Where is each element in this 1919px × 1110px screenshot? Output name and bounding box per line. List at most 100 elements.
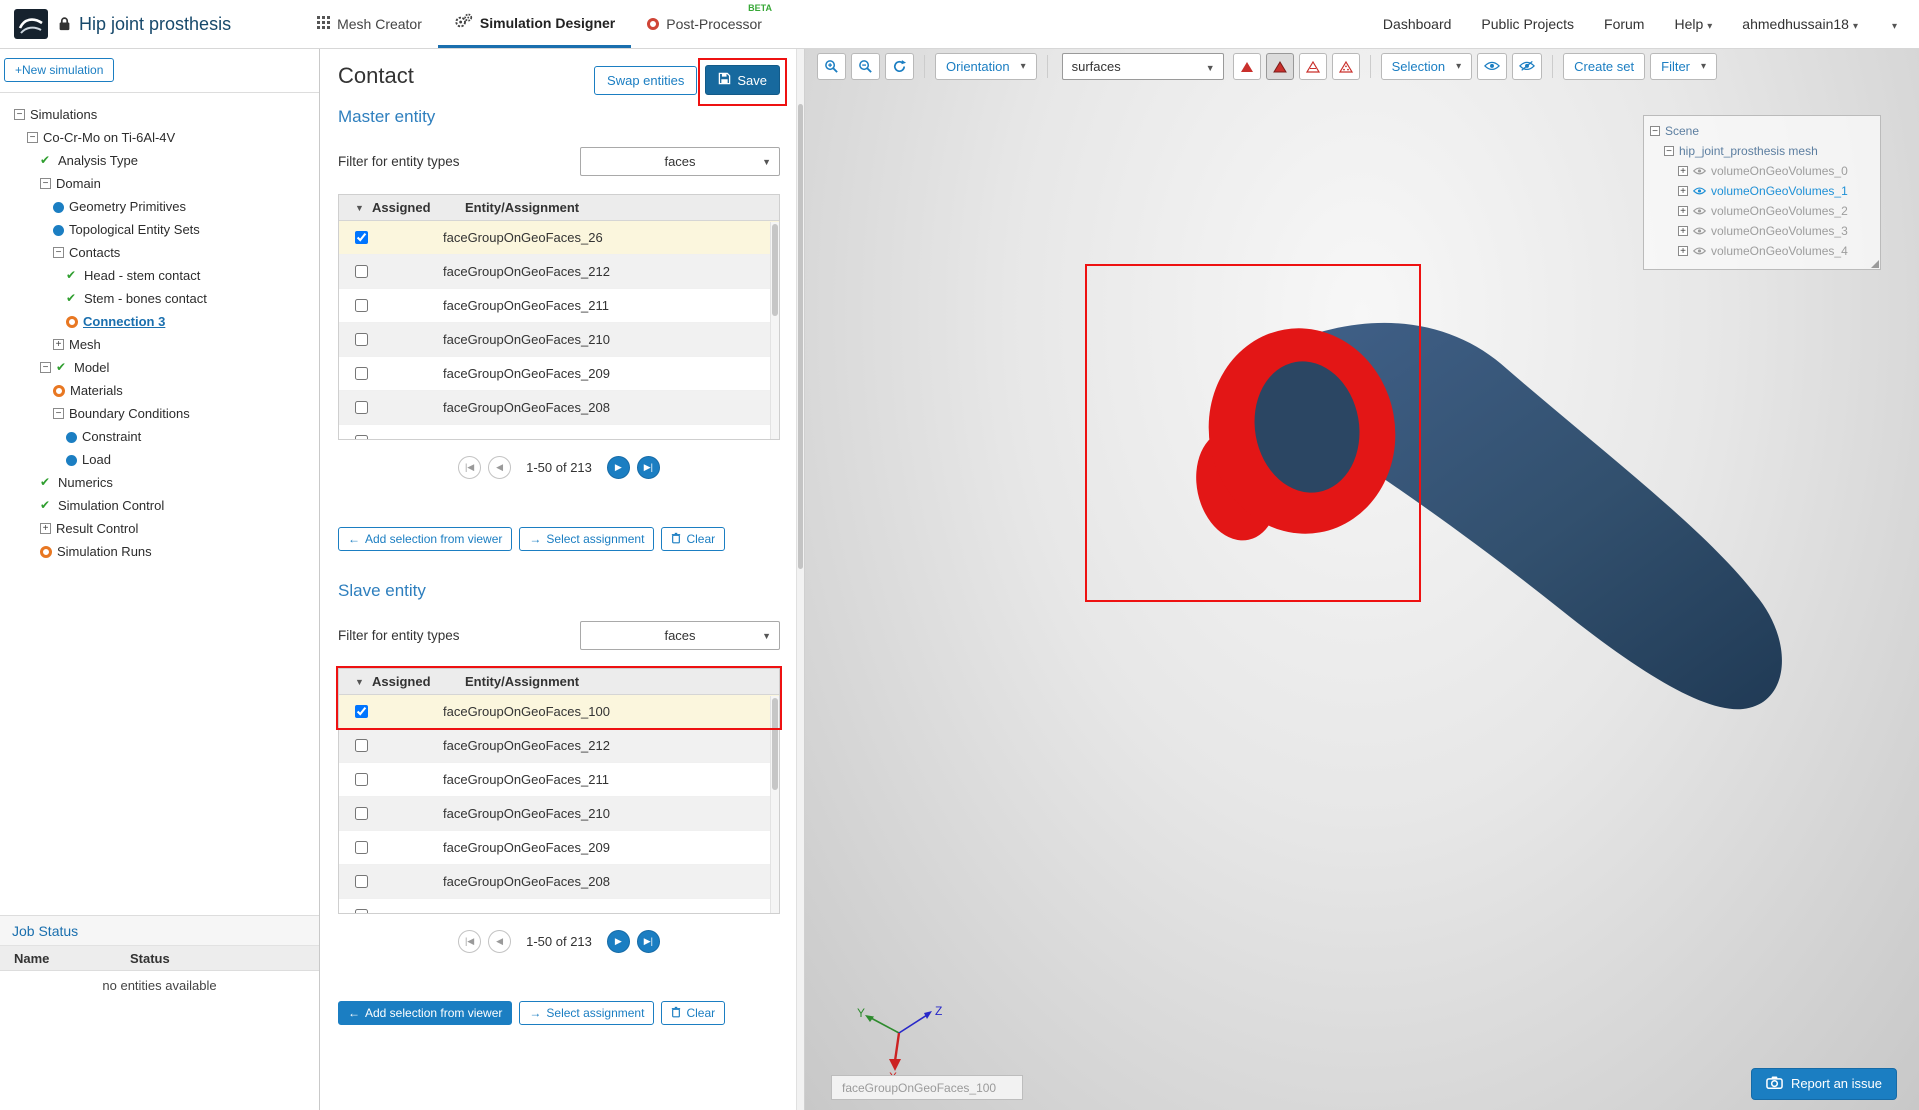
panel-scrollbar[interactable]: [796, 49, 805, 1110]
tree-item-label[interactable]: Boundary Conditions: [69, 406, 190, 421]
expand-icon[interactable]: [1678, 226, 1688, 237]
tree-item-label[interactable]: Constraint: [82, 429, 141, 444]
volume-label[interactable]: volumeOnGeoVolumes_3: [1711, 224, 1848, 238]
tree-item-label[interactable]: Materials: [70, 383, 123, 398]
tree-item[interactable]: Contacts: [8, 241, 315, 264]
tree-item-label[interactable]: Head - stem contact: [84, 268, 200, 283]
scene-label[interactable]: Scene: [1665, 124, 1699, 138]
scene-mesh-node[interactable]: hip_joint_prosthesis mesh: [1650, 141, 1874, 161]
tab-simulation-designer[interactable]: Simulation Designer: [437, 0, 632, 48]
clear-button[interactable]: Clear: [661, 527, 726, 551]
entity-table-row[interactable]: faceGroupOnGeoFaces_210: [339, 797, 779, 831]
tree-item-label[interactable]: Topological Entity Sets: [69, 222, 200, 237]
entity-table-row[interactable]: [339, 899, 779, 913]
sort-desc-icon[interactable]: ▼: [355, 669, 364, 695]
tree-item[interactable]: Co-Cr-Mo on Ti-6Al-4V: [8, 126, 315, 149]
tree-item[interactable]: Connection 3: [8, 310, 315, 333]
next-page-button[interactable]: ▶: [606, 456, 630, 479]
selection-dropdown[interactable]: Selection ▾: [1380, 53, 1473, 80]
show-selection-button[interactable]: [1477, 53, 1508, 80]
assigned-column-header[interactable]: Assigned: [372, 669, 431, 695]
zoom-out-button[interactable]: [851, 53, 880, 80]
report-an-issue-button[interactable]: Report an issue: [1750, 1067, 1897, 1100]
entity-table-row[interactable]: faceGroupOnGeoFaces_211: [339, 763, 779, 797]
filter-dropdown[interactable]: Filter ▾: [1650, 53, 1718, 80]
scene-volume-node[interactable]: volumeOnGeoVolumes_1: [1650, 181, 1874, 201]
select-assignment-button[interactable]: → Select assignment: [519, 527, 655, 551]
tree-expander-icon[interactable]: [27, 132, 38, 143]
tree-item-label[interactable]: Result Control: [56, 521, 138, 536]
collapse-menu-chevron[interactable]: ▾: [1888, 16, 1897, 32]
assign-checkbox[interactable]: [355, 265, 368, 278]
entity-table-row[interactable]: faceGroupOnGeoFaces_210: [339, 323, 779, 357]
tree-item[interactable]: Load: [8, 448, 315, 471]
tree-item-label[interactable]: Connection 3: [83, 314, 165, 329]
scene-volume-node[interactable]: volumeOnGeoVolumes_0: [1650, 161, 1874, 181]
entity-table-row[interactable]: faceGroupOnGeoFaces_211: [339, 289, 779, 323]
add-selection-from-viewer-button[interactable]: ← Add selection from viewer: [338, 527, 513, 551]
tree-item-label[interactable]: Domain: [56, 176, 101, 191]
tree-item[interactable]: Domain: [8, 172, 315, 195]
assign-checkbox[interactable]: [355, 773, 368, 786]
tree-item[interactable]: Simulations: [8, 103, 315, 126]
entity-table-row[interactable]: faceGroupOnGeoFaces_209: [339, 357, 779, 391]
expand-icon[interactable]: [1678, 166, 1688, 177]
tree-item[interactable]: Analysis Type: [8, 149, 315, 172]
tree-expander-icon[interactable]: [40, 523, 51, 534]
master-entity-type-select[interactable]: faces ▼: [580, 147, 780, 176]
create-set-button[interactable]: Create set: [1563, 53, 1646, 80]
tree-item-label[interactable]: Geometry Primitives: [69, 199, 186, 214]
tree-item[interactable]: Head - stem contact: [8, 264, 315, 287]
tab-mesh-creator[interactable]: Mesh Creator: [301, 0, 438, 48]
eye-icon[interactable]: [1693, 247, 1706, 255]
assign-checkbox[interactable]: [355, 435, 368, 439]
first-page-button[interactable]: |◀: [458, 456, 482, 479]
tree-item-label[interactable]: Load: [82, 452, 111, 467]
scrollbar-thumb[interactable]: [772, 224, 778, 316]
tree-item[interactable]: Simulation Control: [8, 494, 315, 517]
tree-expander-icon[interactable]: [53, 247, 64, 258]
collapse-icon[interactable]: [1664, 146, 1674, 157]
swap-entities-button[interactable]: Swap entities: [594, 65, 698, 95]
tab-post-processor[interactable]: Post-Processor BETA: [631, 0, 778, 48]
scene-volume-node[interactable]: volumeOnGeoVolumes_2: [1650, 201, 1874, 221]
scene-volume-node[interactable]: volumeOnGeoVolumes_4: [1650, 241, 1874, 261]
first-page-button[interactable]: |◀: [458, 930, 482, 953]
next-page-button[interactable]: ▶: [606, 930, 630, 953]
render-surfaces-wireframe-button[interactable]: [1265, 53, 1294, 80]
entity-table-row[interactable]: [339, 425, 779, 439]
tree-item[interactable]: Materials: [8, 379, 315, 402]
tree-expander-icon[interactable]: [53, 408, 64, 419]
tree-item[interactable]: Numerics: [8, 471, 315, 494]
user-menu[interactable]: ahmedhussain18 ▾: [1742, 16, 1858, 32]
entity-table-row[interactable]: faceGroupOnGeoFaces_100: [339, 695, 779, 729]
collapse-icon[interactable]: [1650, 126, 1660, 137]
slave-entity-type-select[interactable]: faces ▼: [580, 621, 780, 650]
entity-table-row[interactable]: faceGroupOnGeoFaces_208: [339, 865, 779, 899]
tree-expander-icon[interactable]: [53, 339, 64, 350]
tree-item-label[interactable]: Mesh: [69, 337, 101, 352]
eye-icon[interactable]: [1693, 207, 1706, 215]
new-simulation-button[interactable]: +New simulation: [4, 58, 115, 82]
tree-item-label[interactable]: Model: [74, 360, 109, 375]
hide-selection-button[interactable]: [1512, 53, 1543, 80]
help-dropdown[interactable]: Help ▾: [1674, 16, 1712, 32]
refresh-view-button[interactable]: [885, 53, 914, 80]
prev-page-button[interactable]: ◀: [488, 930, 512, 953]
nav-link-forum[interactable]: Forum: [1604, 16, 1644, 32]
save-button[interactable]: Save: [705, 65, 780, 95]
tree-item[interactable]: Boundary Conditions: [8, 402, 315, 425]
scrollbar-thumb[interactable]: [772, 698, 778, 790]
entity-table-row[interactable]: faceGroupOnGeoFaces_212: [339, 729, 779, 763]
eye-icon[interactable]: [1693, 187, 1706, 195]
expand-icon[interactable]: [1678, 246, 1688, 257]
render-surfaces-button[interactable]: [1232, 53, 1261, 80]
entity-column-header[interactable]: Entity/Assignment: [465, 195, 579, 221]
render-wireframe-button[interactable]: [1298, 53, 1327, 80]
entity-table-row[interactable]: faceGroupOnGeoFaces_208: [339, 391, 779, 425]
clear-button[interactable]: Clear: [661, 1001, 726, 1025]
tree-item-label[interactable]: Simulation Control: [58, 498, 164, 513]
tree-item[interactable]: Result Control: [8, 517, 315, 540]
tree-item-label[interactable]: Numerics: [58, 475, 113, 490]
tree-item-label[interactable]: Analysis Type: [58, 153, 138, 168]
